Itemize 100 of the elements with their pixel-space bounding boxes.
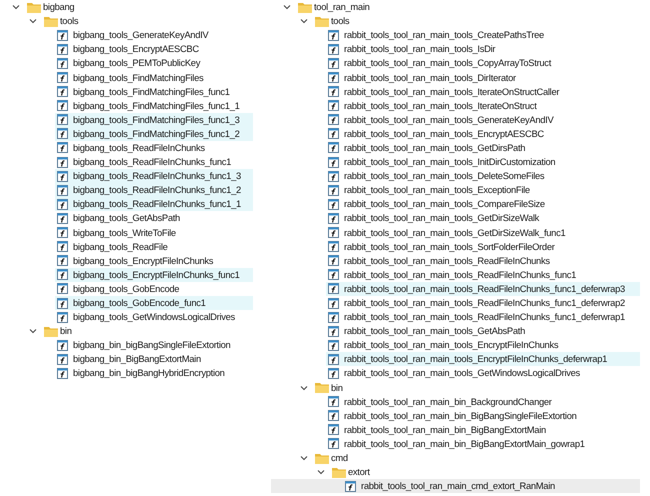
chevron-icon[interactable]	[12, 3, 20, 12]
function-item[interactable]: rabbit_tools_tool_ran_main_tools_GenerateKeyAndIV	[271, 112, 640, 127]
function-icon	[57, 198, 68, 210]
function-item[interactable]: bigbang_tools_ReadFileInChunks_func1	[0, 155, 253, 170]
function-icon	[328, 198, 339, 210]
function-item[interactable]: bigbang_tools_GobEncode	[0, 282, 253, 296]
function-name: bigbang_tools_EncryptFileInChunks	[73, 254, 214, 268]
function-icon	[328, 100, 339, 112]
folder-name: bigbang	[43, 0, 74, 14]
function-name: bigbang_tools_GetWindowsLogicalDrives	[73, 310, 235, 324]
function-icon	[328, 72, 339, 84]
function-item[interactable]: rabbit_tools_tool_ran_main_tools_EncryptAESCBC	[271, 126, 640, 141]
function-item[interactable]: rabbit_tools_tool_ran_main_tools_ReadFileInChunks_func1	[271, 268, 640, 282]
function-icon	[328, 128, 339, 140]
function-item[interactable]: rabbit_tools_tool_ran_main_tools_ReadFileInChunks_func1_deferwrap1	[271, 310, 640, 324]
function-item[interactable]: bigbang_tools_FindMatchingFiles_func1_1	[0, 98, 253, 113]
function-item[interactable]: bigbang_bin_bigBangHybridEncryption	[0, 366, 253, 381]
function-item[interactable]: bigbang_tools_PEMToPublicKey	[0, 56, 253, 70]
function-item[interactable]: rabbit_tools_tool_ran_main_bin_BigBangSingleFileExtortion	[271, 408, 640, 423]
folder-item[interactable]: extort	[271, 465, 640, 480]
function-item[interactable]: bigbang_bin_bigBangSingleFileExtortion	[0, 338, 253, 352]
function-name: bigbang_tools_ReadFileInChunks_func1_2	[73, 183, 241, 198]
folder-item[interactable]: cmd	[271, 451, 640, 466]
folder-item[interactable]: bigbang	[0, 0, 253, 14]
function-name: bigbang_bin_bigBangHybridEncryption	[73, 366, 225, 380]
folder-item[interactable]: bin	[0, 324, 253, 338]
chevron-icon[interactable]	[317, 468, 325, 476]
function-item[interactable]: rabbit_tools_tool_ran_main_cmd_extort_RanMain	[271, 479, 640, 494]
function-icon	[328, 255, 339, 266]
function-icon	[328, 170, 339, 182]
function-item[interactable]: rabbit_tools_tool_ran_main_tools_GetAbsPath	[271, 324, 640, 338]
folder-name: tools	[331, 14, 350, 28]
function-item[interactable]: bigbang_bin_BigBangExtortMain	[0, 352, 253, 366]
folder-item[interactable]: bin	[271, 380, 640, 395]
chevron-icon[interactable]	[300, 454, 308, 462]
function-item[interactable]: rabbit_tools_tool_ran_main_tools_CreatePathsTree	[271, 28, 640, 42]
function-item[interactable]: rabbit_tools_tool_ran_main_bin_BigBangExtortMain	[271, 422, 640, 437]
function-icon	[328, 298, 339, 309]
function-item[interactable]: bigbang_tools_FindMatchingFiles	[0, 70, 253, 85]
function-icon	[328, 396, 339, 408]
function-item[interactable]: rabbit_tools_tool_ran_main_tools_ReadFileInChunks	[271, 254, 640, 268]
function-name: bigbang_tools_WriteToFile	[73, 226, 176, 240]
function-icon	[328, 283, 339, 294]
folder-name: bin	[60, 324, 72, 338]
folder-item[interactable]: tool_ran_main	[271, 0, 640, 14]
function-item[interactable]: rabbit_tools_tool_ran_main_tools_InitDirCustomization	[271, 155, 640, 170]
function-item[interactable]: bigbang_tools_EncryptAESCBC	[0, 42, 253, 56]
folder-item[interactable]: tools	[0, 14, 253, 28]
function-item[interactable]: rabbit_tools_tool_ran_main_tools_DeleteSomeFiles	[271, 169, 640, 184]
function-icon	[57, 128, 68, 140]
function-name: rabbit_tools_tool_ran_main_tools_DirIterator	[344, 70, 516, 85]
function-name: bigbang_tools_FindMatchingFiles_func1	[73, 84, 230, 99]
function-name: rabbit_tools_tool_ran_main_tools_ExceptionFile	[344, 183, 530, 198]
folder-icon	[315, 16, 329, 27]
function-item[interactable]: bigbang_tools_GetAbsPath	[0, 211, 253, 226]
function-icon	[57, 368, 68, 379]
function-item[interactable]: bigbang_tools_ReadFileInChunks	[0, 140, 253, 156]
function-item[interactable]: rabbit_tools_tool_ran_main_tools_ReadFileInChunks_func1_deferwrap2	[271, 296, 640, 310]
function-name: rabbit_tools_tool_ran_main_tools_ReadFileInChunks_func1_deferwrap1	[344, 310, 625, 324]
function-name: rabbit_tools_tool_ran_main_tools_ReadFileInChunks_func1_deferwrap2	[344, 296, 625, 310]
function-name: bigbang_tools_ReadFileInChunks	[73, 140, 205, 155]
chevron-icon[interactable]	[29, 17, 37, 26]
function-name: rabbit_tools_tool_ran_main_bin_BackgroundChanger	[344, 394, 552, 409]
function-item[interactable]: rabbit_tools_tool_ran_main_tools_SortFolderFileOrder	[271, 240, 640, 254]
folder-item[interactable]: tools	[271, 14, 640, 28]
function-item[interactable]: rabbit_tools_tool_ran_main_tools_GetDirSizeWalk_func1	[271, 226, 640, 240]
chevron-icon[interactable]	[300, 17, 308, 26]
function-icon	[328, 340, 339, 351]
function-item[interactable]: rabbit_tools_tool_ran_main_tools_IterateOnStruct	[271, 98, 640, 113]
function-item[interactable]: rabbit_tools_tool_ran_main_tools_GetDirSizeWalk	[271, 211, 640, 226]
function-item[interactable]: bigbang_tools_GenerateKeyAndIV	[0, 28, 253, 42]
function-icon	[328, 44, 339, 55]
function-item[interactable]: rabbit_tools_tool_ran_main_tools_GetWindowsLogicalDrives	[271, 366, 640, 381]
function-item[interactable]: bigbang_tools_WriteToFile	[0, 226, 253, 240]
chevron-icon[interactable]	[29, 327, 37, 336]
function-item[interactable]: rabbit_tools_tool_ran_main_tools_CompareFileSize	[271, 197, 640, 212]
function-name: rabbit_tools_tool_ran_main_tools_GetAbsPath	[344, 324, 525, 338]
function-name: rabbit_tools_tool_ran_main_tools_GetDirsPath	[344, 140, 526, 155]
function-name: bigbang_tools_ReadFile	[73, 240, 168, 254]
function-item[interactable]: rabbit_tools_tool_ran_main_bin_BigBangExtortMain_gowrap1	[271, 436, 640, 451]
function-item[interactable]: rabbit_tools_tool_ran_main_tools_GetDirsPath	[271, 140, 640, 156]
function-item[interactable]: rabbit_tools_tool_ran_main_tools_IsDir	[271, 42, 640, 56]
function-name: rabbit_tools_tool_ran_main_tools_ReadFileInChunks_func1_deferwrap3	[344, 282, 625, 296]
function-item[interactable]: rabbit_tools_tool_ran_main_bin_BackgroundChanger	[271, 394, 640, 409]
function-item[interactable]: rabbit_tools_tool_ran_main_tools_IterateOnStructCaller	[271, 84, 640, 99]
function-item[interactable]: rabbit_tools_tool_ran_main_tools_EncryptFileInChunks	[271, 338, 640, 352]
function-item[interactable]: bigbang_tools_EncryptFileInChunks	[0, 254, 253, 268]
function-item[interactable]: bigbang_tools_FindMatchingFiles_func1	[0, 84, 253, 99]
function-icon	[57, 86, 68, 98]
function-icon	[57, 30, 68, 41]
function-icon	[328, 326, 339, 337]
function-item[interactable]: rabbit_tools_tool_ran_main_tools_CopyArrayToStruct	[271, 56, 640, 70]
function-item[interactable]: bigbang_tools_ReadFile	[0, 240, 253, 254]
function-item[interactable]: bigbang_tools_GetWindowsLogicalDrives	[0, 310, 253, 324]
chevron-icon[interactable]	[283, 3, 291, 12]
function-item[interactable]: rabbit_tools_tool_ran_main_tools_DirIterator	[271, 70, 640, 85]
function-item[interactable]: rabbit_tools_tool_ran_main_tools_ExceptionFile	[271, 183, 640, 198]
function-icon	[57, 312, 68, 323]
function-name: rabbit_tools_tool_ran_main_cmd_extort_RanMain	[361, 479, 555, 494]
chevron-icon[interactable]	[300, 384, 308, 392]
